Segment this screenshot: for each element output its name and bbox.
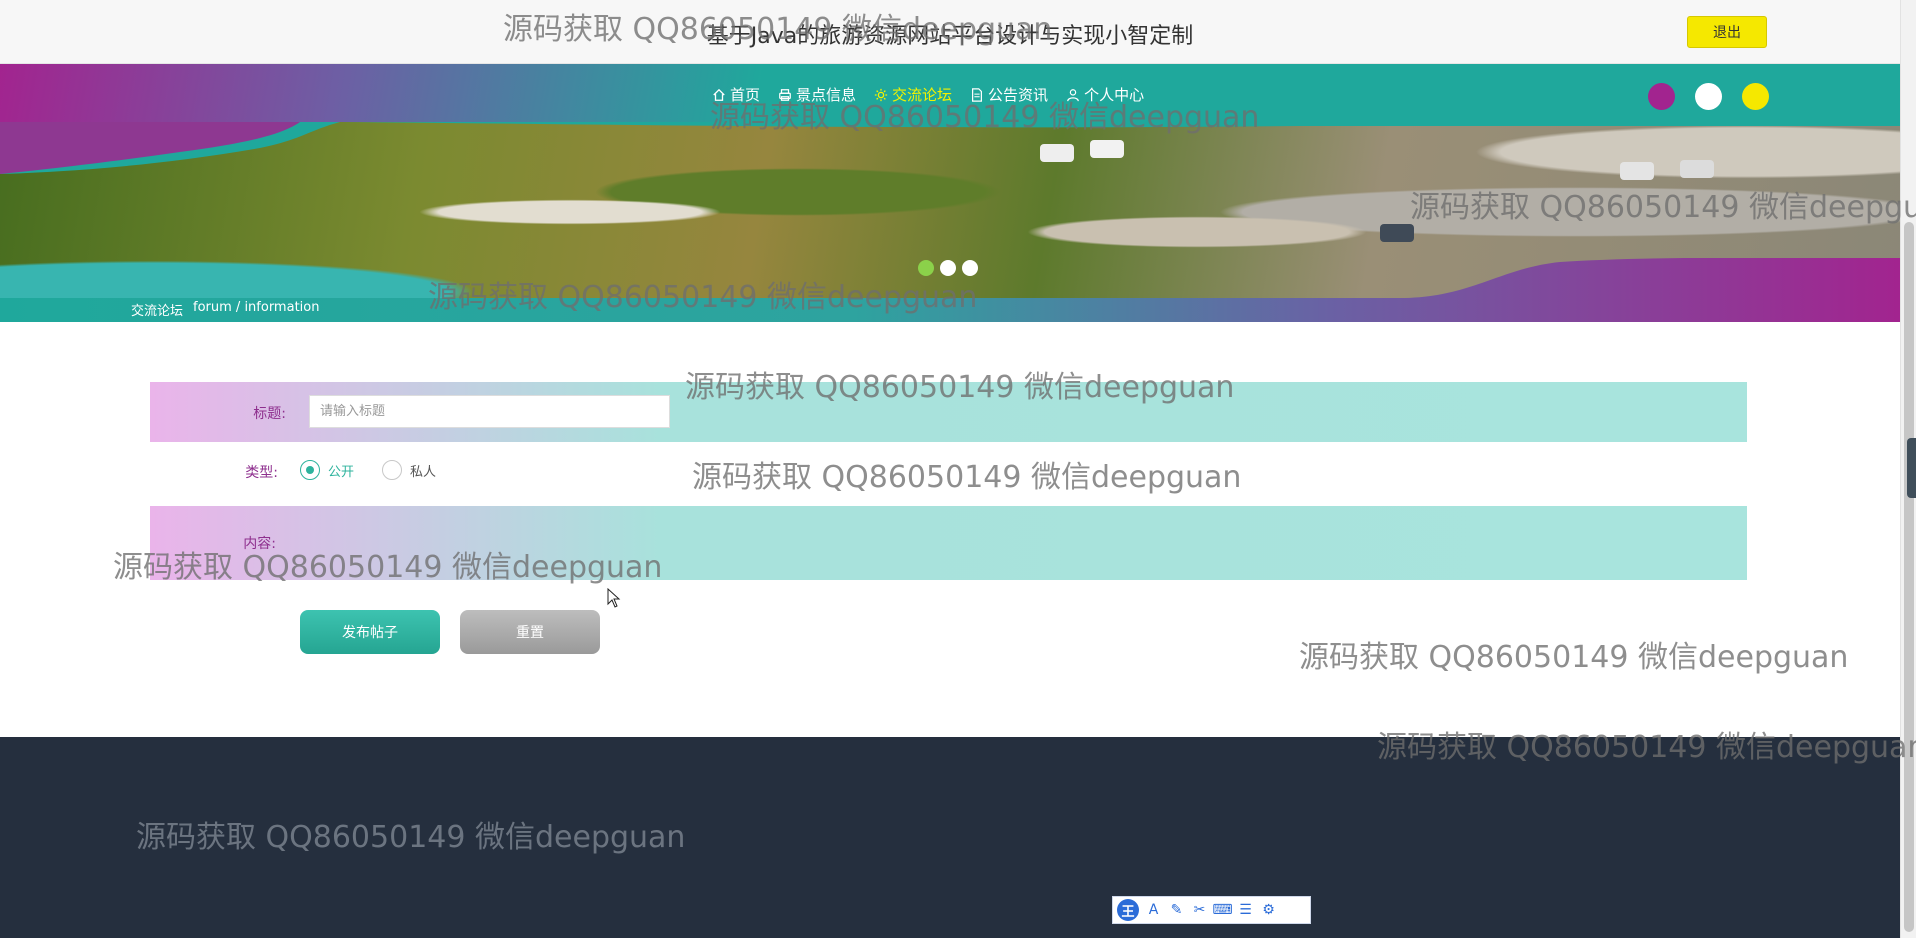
carousel-dot[interactable] — [962, 260, 978, 276]
ime-settings-icon[interactable]: ⚙ — [1260, 902, 1277, 919]
nav-menu: 首页 景点信息 交流论坛 公告资讯 个人中心 — [712, 84, 1144, 105]
watermark-text: 源码获取 QQ86050149 微信deepguan — [1299, 640, 1849, 675]
radio-circle — [382, 460, 402, 480]
carousel-dot[interactable] — [940, 260, 956, 276]
banner-car — [1040, 144, 1074, 162]
mouse-cursor-icon — [607, 588, 621, 608]
ime-skin-icon[interactable]: ☰ — [1237, 902, 1254, 919]
side-panel-handle[interactable] — [1907, 438, 1916, 498]
banner-car — [1620, 162, 1654, 180]
carousel-dot[interactable] — [918, 260, 934, 276]
logout-button[interactable]: 退出 — [1687, 16, 1767, 48]
nav-item-label: 景点信息 — [796, 86, 857, 104]
ime-toolbar: 王 A ✎ ✂ ⌨ ☰ ⚙ — [1112, 896, 1311, 924]
theme-switcher — [1648, 83, 1769, 110]
nav-item-label: 交流论坛 — [892, 86, 953, 104]
radio-label: 公开 — [328, 464, 355, 480]
breadcrumb-current: 交流论坛 — [131, 304, 184, 319]
ime-keyboard-icon[interactable]: ⌨ — [1212, 902, 1232, 919]
breadcrumb-path: forum / information — [193, 300, 320, 315]
carousel-indicators — [918, 260, 978, 276]
banner-car — [1380, 224, 1414, 242]
ime-pen-icon[interactable]: ✎ — [1168, 902, 1185, 919]
content-label: 内容: — [243, 536, 276, 552]
theme-purple-button[interactable] — [1648, 83, 1675, 110]
type-public-radio[interactable]: 公开 — [300, 460, 354, 480]
ime-scissors-icon[interactable]: ✂ — [1191, 902, 1208, 919]
ime-logo-icon[interactable]: 王 — [1117, 899, 1139, 921]
theme-yellow-button[interactable] — [1742, 83, 1769, 110]
footer — [0, 737, 1900, 938]
type-row: 类型: 公开 私人 — [150, 446, 1747, 496]
ime-font-icon[interactable]: A — [1145, 902, 1162, 919]
top-bar: 基于Java的旅游资源网站平台设计与实现小智定制 退出 — [0, 0, 1900, 64]
user-icon — [1067, 88, 1079, 101]
nav-item-forum[interactable]: 交流论坛 — [874, 84, 952, 105]
nav-item-profile[interactable]: 个人中心 — [1066, 84, 1144, 105]
gear-icon — [874, 88, 888, 101]
banner-carousel: 交流论坛 forum / information — [0, 122, 1900, 322]
banner-car — [1680, 160, 1714, 178]
nav-item-news[interactable]: 公告资讯 — [970, 84, 1048, 105]
breadcrumb: 交流论坛 forum / information — [131, 300, 319, 319]
nav-item-label: 首页 — [730, 86, 761, 104]
document-icon — [972, 87, 983, 102]
home-icon — [713, 88, 725, 101]
content-row[interactable]: 内容: — [150, 506, 1747, 580]
banner-top-wave — [0, 122, 1900, 174]
nav-item-label: 公告资讯 — [988, 86, 1049, 104]
printer-icon — [779, 88, 791, 101]
nav-item-label: 个人中心 — [1084, 86, 1145, 104]
main-nav: 首页 景点信息 交流论坛 公告资讯 个人中心 — [0, 64, 1900, 126]
type-label: 类型: — [245, 465, 278, 481]
submit-post-button[interactable]: 发布帖子 — [300, 610, 440, 654]
title-label: 标题: — [253, 406, 286, 422]
scrollbar-thumb[interactable] — [1904, 222, 1914, 932]
banner-car — [1090, 140, 1124, 158]
title-row: 标题: — [150, 382, 1747, 442]
nav-item-attractions[interactable]: 景点信息 — [778, 84, 856, 105]
type-private-radio[interactable]: 私人 — [382, 460, 436, 480]
site-title: 基于Java的旅游资源网站平台设计与实现小智定制 — [706, 24, 1194, 49]
nav-item-home[interactable]: 首页 — [712, 84, 760, 105]
theme-white-button[interactable] — [1695, 83, 1722, 110]
radio-circle — [300, 460, 320, 480]
radio-label: 私人 — [410, 464, 437, 480]
reset-button[interactable]: 重置 — [460, 610, 600, 654]
title-input[interactable] — [309, 395, 670, 428]
